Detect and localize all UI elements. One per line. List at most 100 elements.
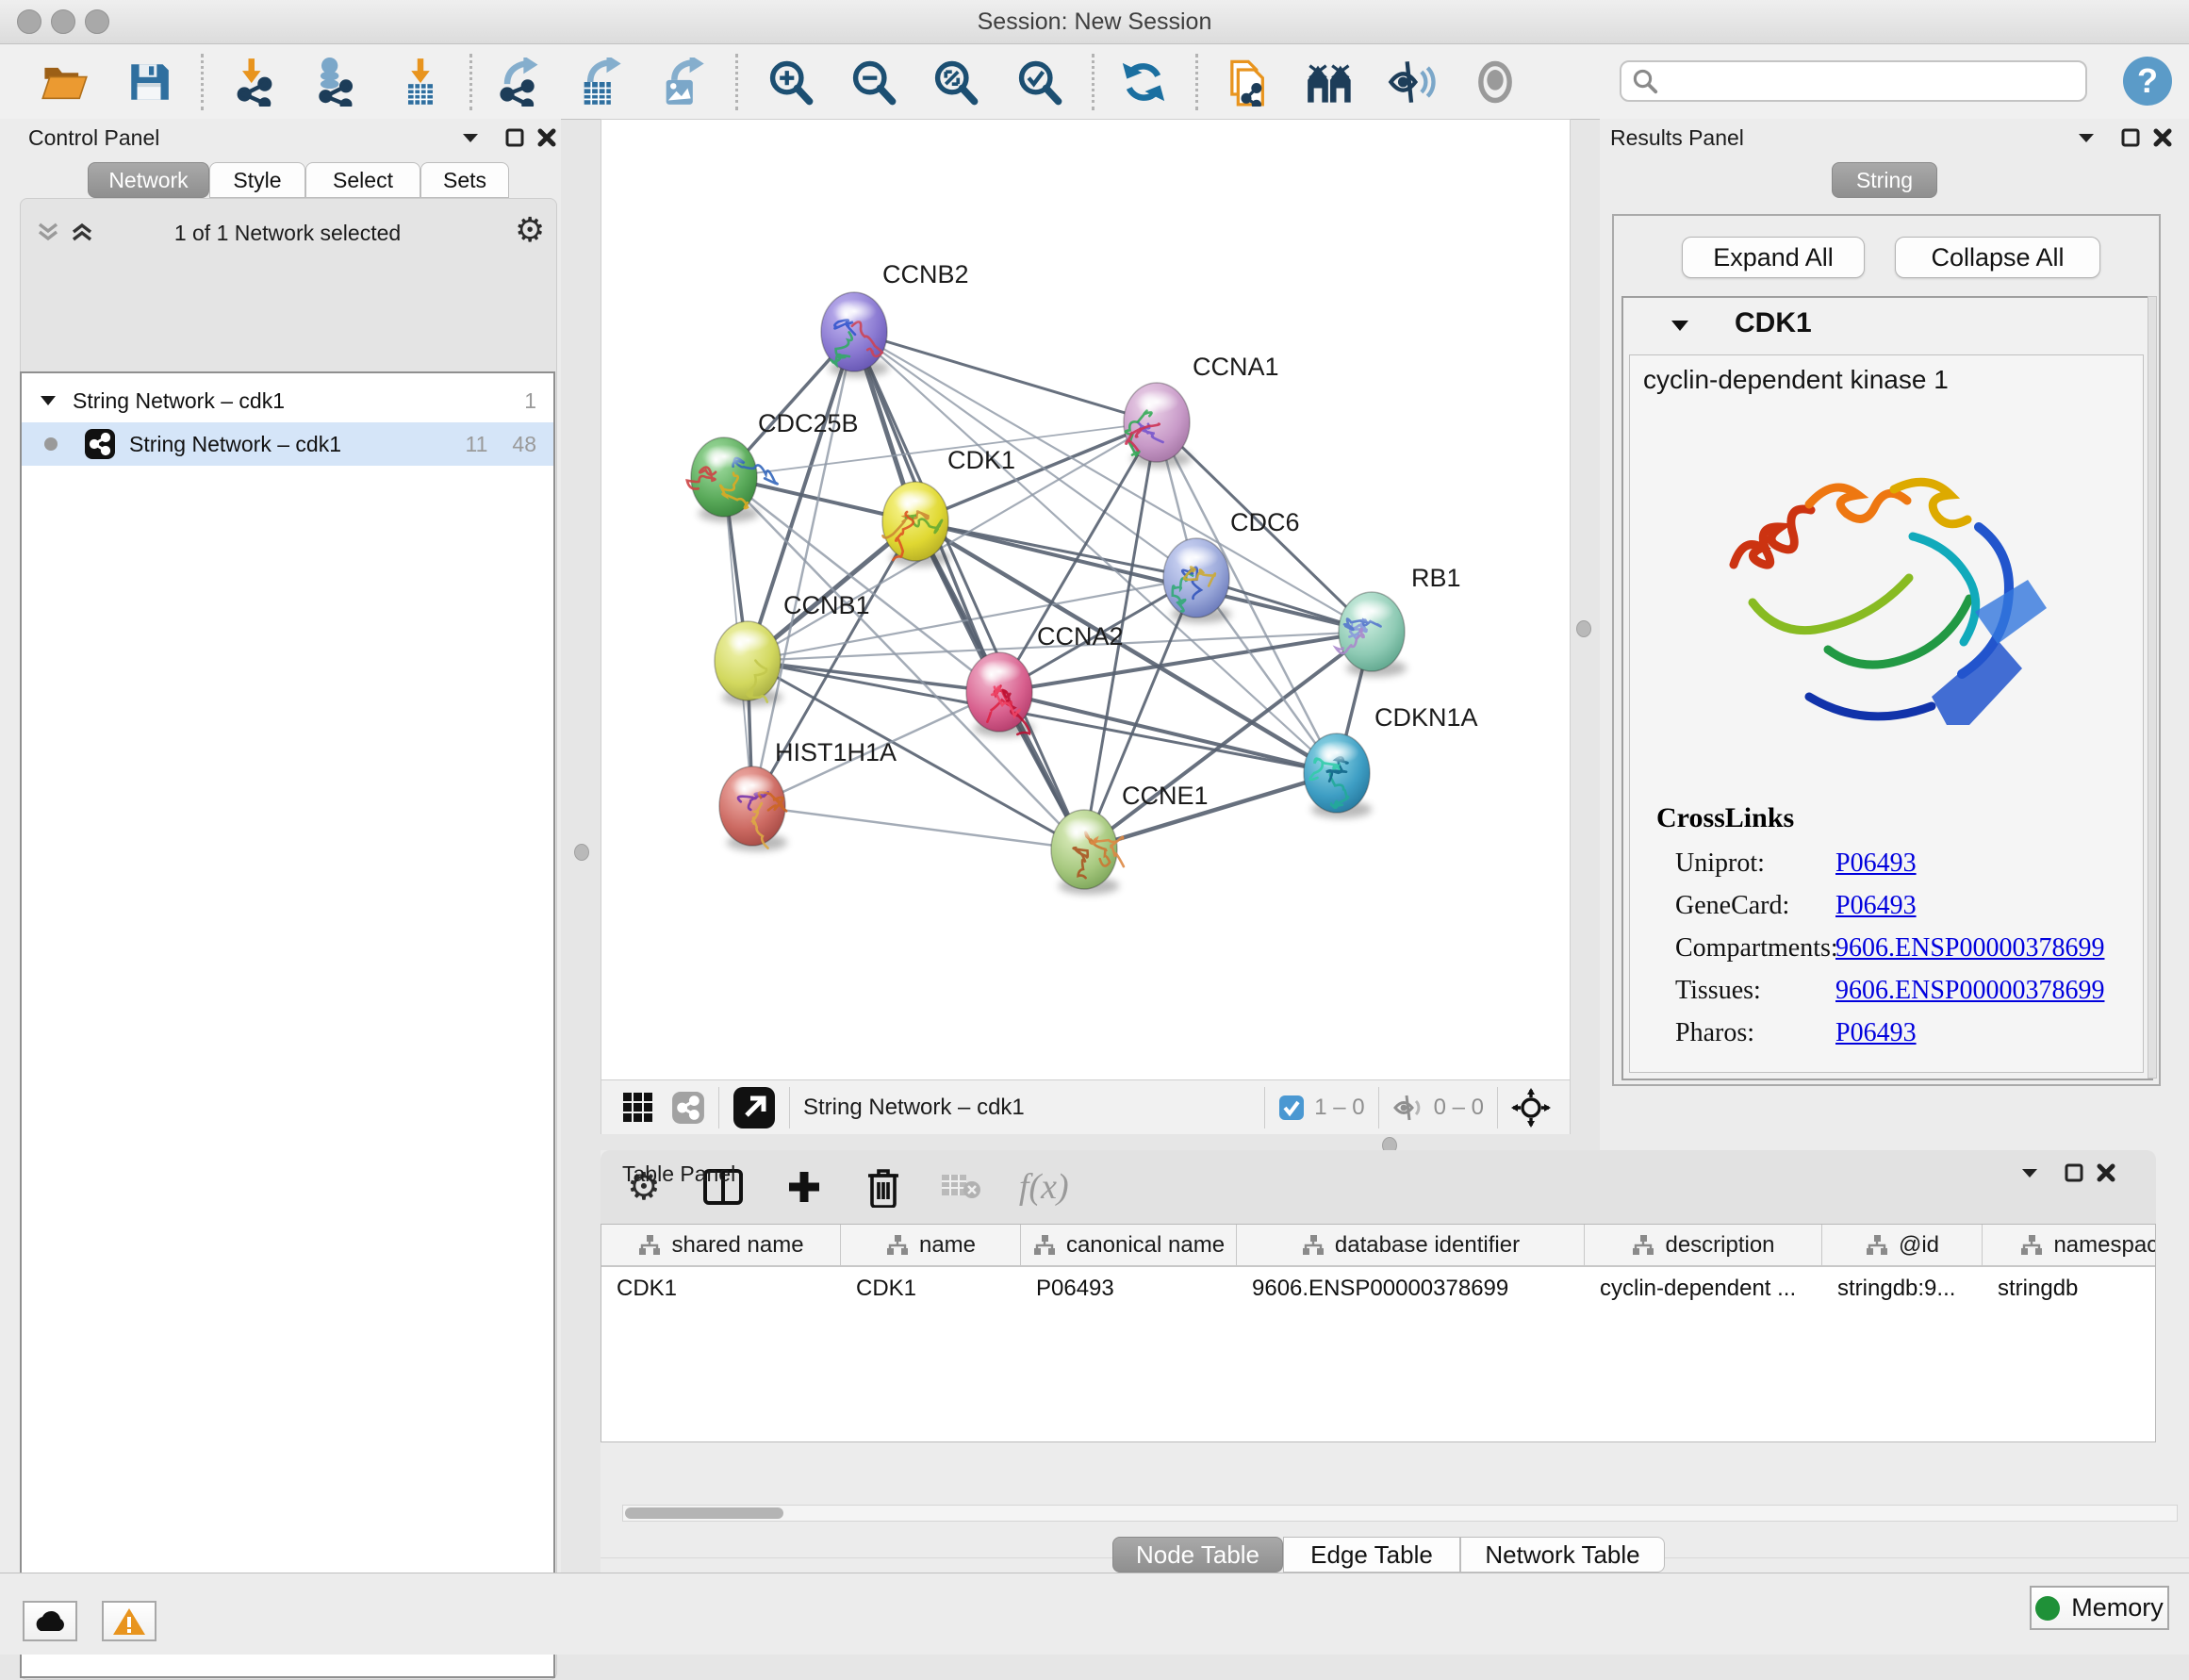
toolbar-divider bbox=[1264, 1087, 1265, 1128]
network-collection-row[interactable]: String Network – cdk1 1 bbox=[22, 379, 553, 422]
main-toolbar: ? bbox=[0, 44, 2189, 120]
network-status-dot-icon bbox=[44, 437, 58, 451]
status-bar: Memory bbox=[0, 1573, 2189, 1655]
import-network-file-button[interactable] bbox=[228, 56, 281, 108]
column-header-canonical-name[interactable]: canonical name bbox=[1021, 1225, 1237, 1265]
memory-button[interactable]: Memory bbox=[2030, 1586, 2169, 1630]
table-cell[interactable]: P06493 bbox=[1021, 1267, 1237, 1309]
close-panel-icon[interactable] bbox=[535, 126, 558, 149]
import-network-database-button[interactable] bbox=[307, 56, 360, 108]
zoom-selected-button[interactable] bbox=[1012, 56, 1065, 108]
import-table-file-button[interactable] bbox=[394, 56, 447, 108]
results-panel: Results Panel String Expand All Collapse… bbox=[1600, 119, 2189, 1151]
crosslink-link[interactable]: P06493 bbox=[1835, 848, 1917, 879]
crosslink-link[interactable]: 9606.ENSP00000378699 bbox=[1835, 933, 2104, 964]
tab-edge-table[interactable]: Edge Table bbox=[1283, 1537, 1460, 1573]
results-scrollbar[interactable] bbox=[2148, 296, 2157, 1079]
export-network-button[interactable] bbox=[493, 56, 546, 108]
expand-all-button[interactable]: Expand All bbox=[1682, 237, 1865, 278]
tab-string[interactable]: String bbox=[1832, 162, 1937, 198]
fit-content-button[interactable] bbox=[929, 56, 981, 108]
node-table[interactable]: shared namenamecanonical namedatabase id… bbox=[601, 1224, 2156, 1442]
section-collapse-icon[interactable] bbox=[1669, 317, 1691, 334]
gene-details: cyclin-dependent kinase 1 bbox=[1629, 354, 2144, 1073]
pan-crosshair-icon[interactable] bbox=[1511, 1088, 1551, 1128]
network-row[interactable]: String Network – cdk1 11 48 bbox=[22, 422, 553, 466]
refresh-view-button[interactable] bbox=[1117, 56, 1170, 108]
tab-sets[interactable]: Sets bbox=[420, 162, 509, 198]
float-panel-icon[interactable] bbox=[2119, 126, 2142, 149]
hidden-eye-slash-icon[interactable] bbox=[1392, 1094, 1424, 1122]
table-cell[interactable]: 9606.ENSP00000378699 bbox=[1237, 1267, 1585, 1309]
column-header-database-identifier[interactable]: database identifier bbox=[1237, 1225, 1585, 1265]
collection-collapse-icon[interactable] bbox=[39, 393, 58, 408]
network-share-icon[interactable] bbox=[671, 1091, 705, 1125]
right-splitter-handle[interactable] bbox=[1576, 620, 1591, 637]
open-session-button[interactable] bbox=[38, 56, 91, 108]
tab-style[interactable]: Style bbox=[209, 162, 305, 198]
search-field[interactable] bbox=[1620, 60, 2087, 102]
zoom-out-button[interactable] bbox=[847, 56, 899, 108]
birdseye-grid-icon[interactable] bbox=[622, 1092, 654, 1124]
crosslink-link[interactable]: 9606.ENSP00000378699 bbox=[1835, 976, 2104, 1006]
tab-node-table[interactable]: Node Table bbox=[1112, 1537, 1283, 1573]
network-name: String Network – cdk1 bbox=[129, 432, 341, 457]
crosslink-link[interactable]: P06493 bbox=[1835, 891, 1917, 921]
table-cell[interactable]: CDK1 bbox=[841, 1267, 1021, 1309]
float-panel-icon[interactable] bbox=[503, 126, 526, 149]
network-node-count: 11 bbox=[466, 432, 488, 457]
zoom-in-button[interactable] bbox=[764, 56, 816, 108]
cloud-services-button[interactable] bbox=[23, 1601, 77, 1641]
delete-table-icon[interactable] bbox=[940, 1171, 981, 1203]
column-header-description[interactable]: description bbox=[1585, 1225, 1822, 1265]
left-splitter-handle[interactable] bbox=[574, 844, 589, 861]
network-options-gear-icon[interactable]: ⚙ bbox=[515, 211, 545, 250]
first-neighbors-button[interactable] bbox=[1304, 56, 1357, 108]
delete-column-trash-icon[interactable] bbox=[864, 1166, 902, 1208]
warnings-button[interactable] bbox=[102, 1601, 156, 1641]
toolbar-separator bbox=[201, 54, 204, 110]
help-question-glyph: ? bbox=[2137, 61, 2158, 101]
show-all-button[interactable] bbox=[1469, 56, 1522, 108]
column-header-namespace[interactable]: namespace bbox=[1983, 1225, 2156, 1265]
crosslink-link[interactable]: P06493 bbox=[1835, 1018, 1917, 1048]
expand-all-networks-icon[interactable] bbox=[68, 219, 96, 245]
panel-menu-icon[interactable] bbox=[460, 130, 481, 145]
panel-menu-icon[interactable] bbox=[2019, 1165, 2040, 1180]
close-panel-icon[interactable] bbox=[2095, 1161, 2117, 1184]
new-network-from-selection-button[interactable] bbox=[1220, 56, 1273, 108]
selected-checkbox-icon[interactable] bbox=[1278, 1095, 1305, 1121]
tab-network-table[interactable]: Network Table bbox=[1460, 1537, 1665, 1573]
network-canvas[interactable]: CCNB2CCNA1CDC25BCDK1CDC6RB1CCNB1CCNA2CDK… bbox=[601, 120, 1570, 1079]
function-builder-button[interactable]: f(x) bbox=[1019, 1166, 1069, 1208]
add-column-icon[interactable] bbox=[785, 1168, 823, 1206]
export-table-button[interactable] bbox=[574, 56, 627, 108]
save-session-button[interactable] bbox=[123, 56, 175, 108]
table-cell[interactable]: stringdb bbox=[1983, 1267, 2156, 1309]
panel-menu-icon[interactable] bbox=[2076, 130, 2097, 145]
table-row[interactable]: CDK1CDK1P064939606.ENSP00000378699cyclin… bbox=[601, 1267, 2155, 1309]
scrollbar-thumb[interactable] bbox=[625, 1507, 783, 1519]
close-panel-icon[interactable] bbox=[2151, 126, 2174, 149]
node-label-CCNA2: CCNA2 bbox=[1037, 622, 1124, 651]
help-button[interactable]: ? bbox=[2123, 57, 2172, 106]
table-cell[interactable]: stringdb:9... bbox=[1822, 1267, 1983, 1309]
tab-select[interactable]: Select bbox=[305, 162, 420, 198]
hide-selected-button[interactable] bbox=[1385, 56, 1438, 108]
node-label-CCNA1: CCNA1 bbox=[1193, 353, 1279, 381]
table-horizontal-scrollbar[interactable] bbox=[622, 1505, 2178, 1522]
column-header--id[interactable]: @id bbox=[1822, 1225, 1983, 1265]
network-view: CCNB2CCNA1CDC25BCDK1CDC6RB1CCNB1CCNA2CDK… bbox=[601, 119, 1571, 1134]
column-header-shared-name[interactable]: shared name bbox=[601, 1225, 841, 1265]
collapse-all-button[interactable]: Collapse All bbox=[1895, 237, 2100, 278]
float-panel-icon[interactable] bbox=[2063, 1161, 2085, 1184]
search-input[interactable] bbox=[1659, 67, 2068, 95]
tab-network[interactable]: Network bbox=[88, 162, 209, 198]
table-cell[interactable]: cyclin-dependent ... bbox=[1585, 1267, 1822, 1309]
table-cell[interactable]: CDK1 bbox=[601, 1267, 841, 1309]
selected-count: 1 – 0 bbox=[1314, 1095, 1364, 1121]
column-header-name[interactable]: name bbox=[841, 1225, 1021, 1265]
collapse-all-networks-icon[interactable] bbox=[34, 219, 62, 245]
open-in-window-button[interactable] bbox=[732, 1086, 776, 1129]
export-image-button[interactable] bbox=[656, 56, 709, 108]
